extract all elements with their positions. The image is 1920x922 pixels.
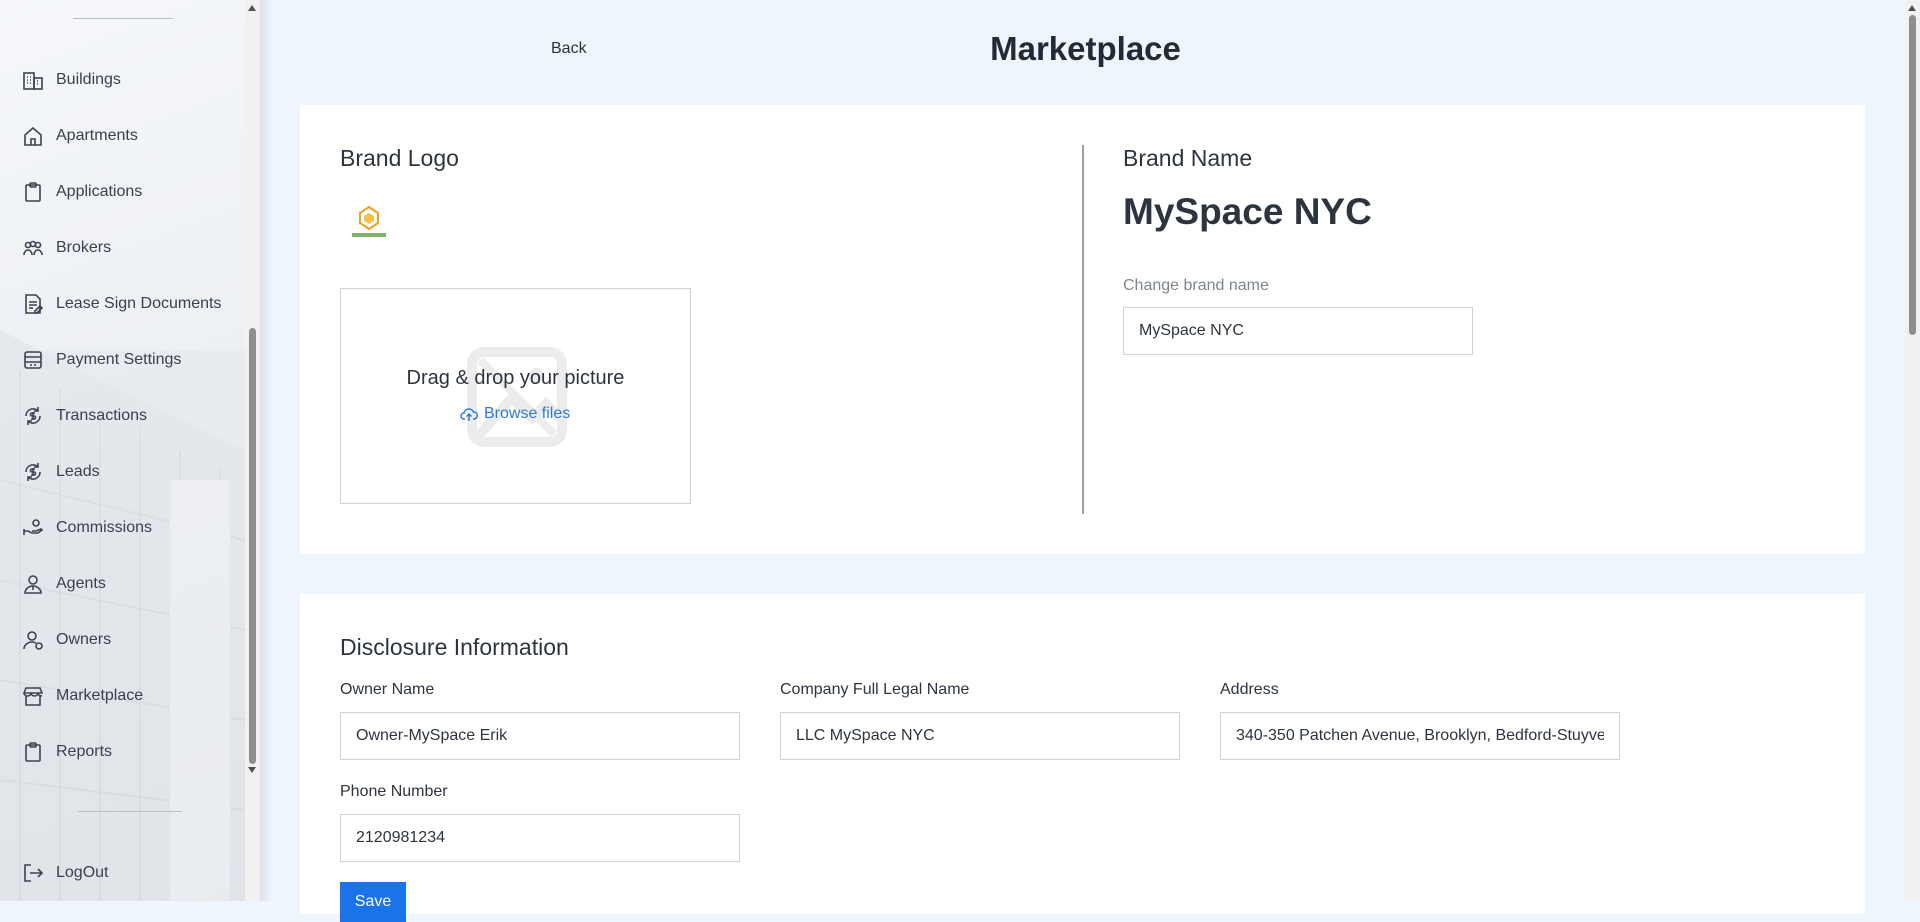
page-title-text: Marketplace	[990, 30, 1181, 67]
sidebar-item-owners[interactable]: Owners	[22, 625, 111, 655]
disclosure-heading: Disclosure Information	[340, 634, 569, 660]
page-scroll-up-icon[interactable]	[1908, 5, 1916, 11]
owner-name-field[interactable]	[340, 712, 740, 760]
owner-icon	[22, 629, 44, 651]
sidebar-item-label: Apartments	[56, 127, 138, 144]
sidebar-item-apartments[interactable]: Apartments	[22, 121, 138, 151]
brand-card-divider	[1082, 145, 1084, 514]
sidebar-item-label: Lease Sign Documents	[56, 295, 222, 312]
owner-name-label: Owner Name	[340, 681, 435, 698]
people-group-icon	[22, 237, 44, 259]
browse-files-link[interactable]: Browse files	[460, 405, 570, 423]
dollar-cycle-icon	[22, 405, 44, 427]
logout-icon	[22, 862, 44, 884]
dollar-cycle-icon	[22, 461, 44, 483]
sidebar-item-label: Brokers	[56, 239, 112, 256]
agent-icon	[22, 573, 44, 595]
save-button[interactable]: Save	[340, 882, 406, 922]
sidebar-item-payment-settings[interactable]: Payment Settings	[22, 345, 181, 375]
sidebar-item-agents[interactable]: Agents	[22, 569, 106, 599]
company-name-field[interactable]	[780, 712, 1180, 760]
sidebar-item-commissions[interactable]: Commissions	[22, 513, 152, 543]
address-field[interactable]	[1220, 712, 1620, 760]
sidebar-item-label: Owners	[56, 631, 112, 648]
image-placeholder-icon	[467, 347, 567, 447]
sidebar-item-buildings[interactable]: Buildings	[22, 65, 121, 95]
logo-dropzone[interactable]: Drag & drop your picture Browse files	[340, 288, 691, 504]
brand-name-input[interactable]	[1123, 307, 1473, 355]
logout-button[interactable]: LogOut	[22, 858, 108, 888]
sidebar-bottom-divider	[78, 811, 182, 812]
sidebar-item-brokers[interactable]: Brokers	[22, 233, 111, 263]
hand-coins-icon	[22, 517, 44, 539]
sidebar-item-lease-sign-documents[interactable]: Lease Sign Documents	[22, 289, 221, 319]
sidebar-item-label: Buildings	[56, 71, 121, 88]
sidebar-item-label: Payment Settings	[56, 351, 182, 368]
building-icon	[22, 69, 44, 91]
sidebar-scrollbar-thumb[interactable]	[249, 328, 256, 764]
sidebar-item-label: Marketplace	[56, 687, 144, 704]
change-brand-name-label: Change brand name	[1123, 277, 1269, 294]
sidebar-item-label: Agents	[56, 575, 106, 592]
brand-card: Brand Logo Drag & drop your picture Brow…	[300, 105, 1865, 554]
scroll-down-arrow-icon[interactable]	[248, 767, 256, 773]
sidebar-scrollbar[interactable]	[245, 0, 260, 901]
page-scrollbar[interactable]	[1905, 0, 1920, 901]
logout-label: LogOut	[56, 864, 109, 881]
main-content: Back Marketplace Brand Logo Drag & drop …	[260, 0, 1905, 922]
store-icon	[22, 685, 44, 707]
browse-files-label: Browse files	[484, 405, 571, 422]
sidebar-shadow	[260, 0, 272, 901]
cloud-upload-icon	[460, 408, 478, 421]
company-name-label: Company Full Legal Name	[780, 681, 970, 698]
clipboard-icon	[22, 181, 44, 203]
sidebar-item-transactions[interactable]: Transactions	[22, 401, 147, 431]
sidebar-item-label: Commissions	[56, 519, 153, 536]
brand-logo-heading: Brand Logo	[340, 145, 459, 171]
brand-name-value: MySpace NYC	[1123, 191, 1372, 232]
scroll-up-arrow-icon[interactable]	[248, 5, 256, 11]
sidebar-item-label: Transactions	[56, 407, 147, 424]
home-icon	[22, 125, 44, 147]
phone-number-label: Phone Number	[340, 783, 448, 800]
dropzone-text: Drag & drop your picture	[406, 367, 625, 389]
sidebar-top-divider	[73, 18, 173, 19]
sidebar: Buildings Apartments Applications Broker…	[0, 0, 260, 901]
sidebar-item-label: Leads	[56, 463, 100, 480]
brand-name-heading: Brand Name	[1123, 145, 1253, 171]
phone-number-field[interactable]	[340, 814, 740, 862]
document-edit-icon	[22, 293, 44, 315]
sidebar-item-marketplace[interactable]: Marketplace	[22, 681, 143, 711]
disclosure-card: Disclosure Information Owner Name Compan…	[300, 594, 1865, 914]
address-label: Address	[1220, 681, 1279, 698]
clipboard-icon	[22, 741, 44, 763]
sidebar-item-label: Applications	[56, 183, 143, 200]
sidebar-item-label: Reports	[56, 743, 113, 760]
payment-settings-icon	[22, 349, 44, 371]
sidebar-item-applications[interactable]: Applications	[22, 177, 142, 207]
brand-logo-image	[352, 205, 386, 237]
page-title: Marketplace	[260, 30, 1905, 68]
sidebar-item-leads[interactable]: Leads	[22, 457, 100, 487]
page-scrollbar-thumb[interactable]	[1909, 15, 1916, 335]
sidebar-item-reports[interactable]: Reports	[22, 737, 112, 767]
